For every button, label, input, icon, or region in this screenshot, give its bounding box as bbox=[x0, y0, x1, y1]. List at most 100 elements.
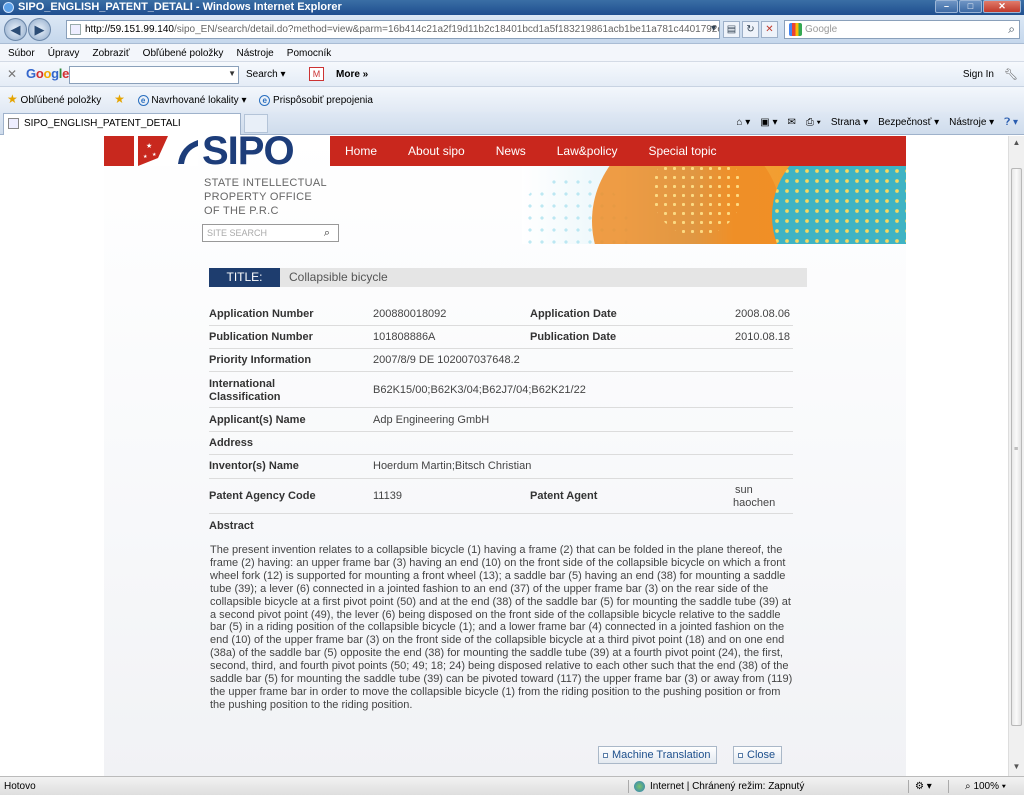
publication-date-label: Publication Date bbox=[530, 331, 617, 343]
patent-title: Collapsible bicycle bbox=[289, 270, 388, 284]
print-icon[interactable]: ⎙ ▾ bbox=[806, 114, 821, 132]
wrench-icon[interactable]: 🔧︎ bbox=[1004, 67, 1018, 83]
priority-label: Priority Information bbox=[209, 354, 312, 366]
sipo-logo[interactable]: ★ ★ ★ SIPO bbox=[104, 136, 330, 171]
patent-agent-line2: haochen bbox=[733, 497, 776, 509]
minimize-button[interactable]: – bbox=[935, 0, 958, 13]
publication-number-label: Publication Number bbox=[209, 331, 313, 343]
ie-page-icon: e bbox=[137, 94, 149, 106]
address-field[interactable]: http://59.151.99.140/sipo_EN/search/deta… bbox=[66, 20, 720, 39]
zoom-level: 100% bbox=[973, 781, 1000, 792]
svg-text:★: ★ bbox=[143, 154, 148, 160]
maximize-button[interactable]: □ bbox=[959, 0, 982, 13]
close-label: Close bbox=[747, 749, 776, 761]
nav-home[interactable]: Home bbox=[345, 144, 377, 158]
close-toolbar-icon[interactable]: ✕ bbox=[7, 67, 17, 81]
application-date-label: Application Date bbox=[530, 308, 617, 320]
google-logo: Google bbox=[26, 66, 70, 81]
google-sign-in-link[interactable]: Sign In bbox=[963, 67, 994, 83]
new-tab-button[interactable] bbox=[244, 114, 268, 133]
search-icon[interactable]: ⌕ bbox=[1008, 21, 1015, 38]
nav-special-topic[interactable]: Special topic bbox=[648, 144, 716, 158]
help-icon[interactable]: ❓︎ ▾ bbox=[1004, 114, 1018, 132]
agency-code-label: Patent Agency Code bbox=[209, 490, 316, 502]
classification-label-line1: International bbox=[209, 378, 276, 390]
site-search-input[interactable]: SITE SEARCH ⌕ bbox=[202, 224, 339, 242]
menu-file[interactable]: Súbor bbox=[8, 48, 35, 59]
abstract-text: The present invention relates to a colla… bbox=[210, 544, 793, 711]
nav-law-policy[interactable]: Law&policy bbox=[557, 144, 618, 158]
gmail-icon[interactable]: M bbox=[309, 67, 324, 81]
sipo-wordmark: SIPO bbox=[202, 136, 295, 173]
address-dropdown-icon[interactable]: ▾ bbox=[705, 21, 722, 38]
suggested-sites-link[interactable]: e Navrhované lokality ▾ bbox=[137, 88, 247, 113]
machine-translation-button[interactable]: Machine Translation bbox=[598, 746, 718, 764]
row-divider bbox=[209, 371, 793, 372]
application-number-label: Application Number bbox=[209, 308, 314, 320]
patent-agent-line1: sun bbox=[735, 484, 753, 496]
refresh-icon[interactable]: ↻ bbox=[742, 21, 759, 38]
org-line: PROPERTY OFFICE bbox=[204, 191, 313, 203]
sipo-emblem-icon: ★ ★ ★ bbox=[138, 136, 198, 166]
page-menu[interactable]: Strana ▾ bbox=[831, 114, 868, 132]
vertical-scrollbar[interactable]: ▲ ≡ ▼ bbox=[1008, 136, 1024, 776]
zoom-control[interactable]: ⌕ 100% ▾ bbox=[965, 777, 1006, 796]
feeds-icon[interactable]: ▣ ▾ bbox=[760, 114, 777, 132]
protected-mode-icon[interactable]: ⚙ ▾ bbox=[915, 777, 932, 796]
scroll-down-icon[interactable]: ▼ bbox=[1011, 762, 1022, 774]
applicant-name: Adp Engineering GmbH bbox=[373, 414, 490, 426]
scroll-up-icon[interactable]: ▲ bbox=[1011, 138, 1022, 150]
nav-about[interactable]: About sipo bbox=[408, 144, 465, 158]
menu-edit[interactable]: Úpravy bbox=[48, 48, 80, 59]
status-divider bbox=[908, 780, 909, 793]
menu-view[interactable]: Zobraziť bbox=[93, 48, 130, 59]
agency-code: 11139 bbox=[373, 490, 402, 502]
address-label: Address bbox=[209, 437, 254, 449]
row-divider bbox=[209, 325, 793, 326]
title-label: TITLE: bbox=[209, 268, 280, 287]
window-title: SIPO_ENGLISH_PATENT_DETALI - Windows Int… bbox=[18, 1, 342, 13]
safety-menu[interactable]: Bezpečnosť ▾ bbox=[878, 114, 939, 132]
globe-icon bbox=[634, 781, 645, 792]
mail-icon[interactable]: ✉ bbox=[787, 114, 795, 132]
stop-icon[interactable]: ✕ bbox=[761, 21, 778, 38]
suggested-sites-label: Navrhované lokality ▾ bbox=[151, 95, 247, 106]
chevron-down-icon[interactable]: ▼ bbox=[228, 69, 236, 78]
search-icon[interactable]: ⌕ bbox=[324, 225, 330, 241]
org-name: STATE INTELLECTUAL PROPERTY OFFICE OF TH… bbox=[204, 176, 327, 218]
status-divider bbox=[628, 780, 629, 793]
menu-tools[interactable]: Nástroje bbox=[236, 48, 273, 59]
close-button[interactable]: Close bbox=[733, 746, 783, 764]
org-line: OF THE P.R.C bbox=[204, 205, 279, 217]
google-more-button[interactable]: More » bbox=[336, 67, 368, 83]
close-window-button[interactable]: ✕ bbox=[983, 0, 1021, 13]
tools-menu[interactable]: Nástroje ▾ bbox=[949, 114, 994, 132]
browser-search-field[interactable]: Google ⌕ bbox=[784, 20, 1020, 39]
forward-button[interactable]: ▶ bbox=[28, 18, 51, 41]
menu-favorites[interactable]: Obľúbené položky bbox=[143, 48, 224, 59]
menu-help[interactable]: Pomocník bbox=[287, 48, 331, 59]
org-line: STATE INTELLECTUAL bbox=[204, 177, 327, 189]
customize-links-link[interactable]: e Prispôsobiť prepojenia bbox=[259, 88, 373, 113]
svg-text:★: ★ bbox=[152, 152, 157, 158]
google-search-button[interactable]: Search ▾ bbox=[246, 67, 285, 83]
patent-agent-label: Patent Agent bbox=[530, 490, 598, 502]
home-icon[interactable]: ⌂ ▾ bbox=[736, 114, 750, 132]
favorites-button[interactable]: ★ Obľúbené položky bbox=[7, 87, 101, 113]
site-nav: Home About sipo News Law&policy Special … bbox=[330, 136, 906, 166]
add-favorite-button[interactable]: ★ bbox=[114, 87, 125, 113]
nav-news[interactable]: News bbox=[496, 144, 526, 158]
compatibility-view-icon[interactable]: ▤ bbox=[723, 21, 740, 38]
banner-image bbox=[522, 166, 906, 244]
google-provider-icon bbox=[789, 23, 802, 36]
google-toolbar: ✕ Google ▼ Search ▾ M More » Sign In 🔧︎ bbox=[0, 62, 1024, 87]
favorites-label: Obľúbené položky bbox=[20, 95, 102, 106]
logo-red-block bbox=[104, 136, 134, 166]
tab-patent-detail[interactable]: SIPO_ENGLISH_PATENT_DETALI bbox=[3, 113, 241, 135]
site-search-placeholder: SITE SEARCH bbox=[207, 228, 268, 238]
security-zone[interactable]: Internet | Chránený režim: Zapnutý bbox=[634, 777, 804, 796]
google-search-input[interactable]: ▼ bbox=[69, 66, 239, 84]
back-button[interactable]: ◀ bbox=[4, 18, 27, 41]
publication-date: 2010.08.18 bbox=[735, 331, 791, 343]
window-titlebar: SIPO_ENGLISH_PATENT_DETALI - Windows Int… bbox=[0, 0, 1024, 15]
